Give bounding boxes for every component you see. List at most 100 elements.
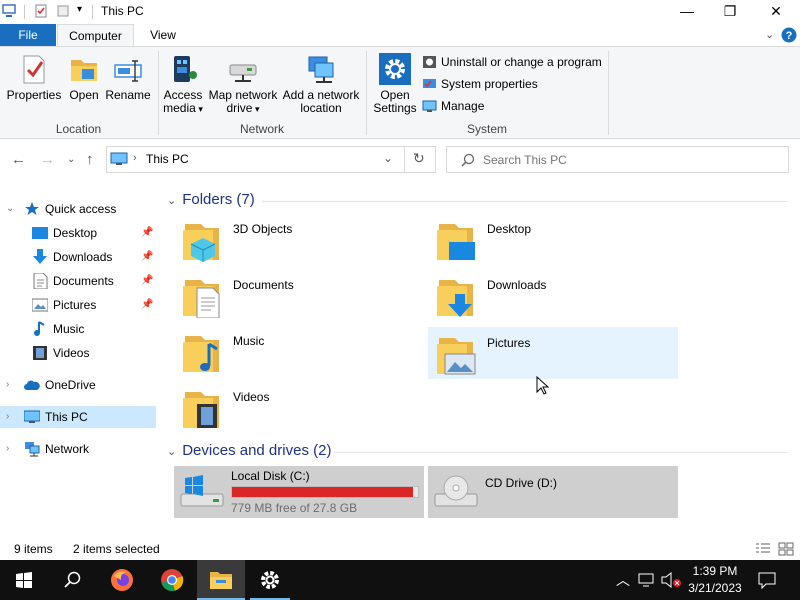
folder-name: Desktop: [487, 222, 532, 236]
collapse-ribbon-icon[interactable]: ⌄: [765, 28, 774, 41]
breadcrumb-chevron-icon[interactable]: ›: [133, 152, 137, 164]
large-icons-view-icon[interactable]: [778, 542, 794, 556]
show-hidden-icons-icon[interactable]: ︿: [616, 570, 630, 590]
nav-network[interactable]: › Network: [0, 438, 156, 460]
access-media-icon: [174, 56, 197, 82]
item-count: 9 items: [14, 542, 53, 556]
windows-logo-icon: [16, 572, 32, 588]
open-folder-icon: [71, 60, 97, 81]
pictures-folder-icon: [437, 338, 476, 375]
minimize-button[interactable]: —: [664, 0, 710, 24]
drives-section-header[interactable]: ⌄ Devices and drives (2): [167, 442, 331, 459]
folder-videos[interactable]: Videos: [175, 382, 425, 434]
uninstall-program-button[interactable]: Uninstall or change a program: [422, 53, 602, 71]
open-label: Open: [69, 88, 99, 102]
address-bar[interactable]: › This PC ⌄ ↻: [106, 146, 436, 173]
nav-pictures[interactable]: Pictures 📌: [0, 294, 156, 316]
add-network-location-button[interactable]: Add a network location: [280, 53, 362, 115]
nav-videos[interactable]: Videos: [0, 342, 156, 364]
forward-arrow-icon[interactable]: →: [40, 151, 55, 168]
tab-file[interactable]: File: [0, 24, 56, 46]
folder-downloads[interactable]: Downloads: [429, 270, 679, 322]
access-media-button[interactable]: Access media ▾: [160, 53, 206, 116]
nav-quick-access[interactable]: ⌄ Quick access: [0, 198, 156, 220]
rename-icon: [114, 60, 142, 82]
action-center-icon[interactable]: [758, 571, 776, 589]
clock-time[interactable]: 1:39 PM: [690, 564, 740, 578]
3d-objects-folder-icon: [183, 224, 219, 262]
open-settings-button[interactable]: Open Settings: [370, 53, 420, 115]
folder-desktop[interactable]: Desktop: [429, 214, 679, 266]
search-input[interactable]: [483, 151, 773, 169]
address-path: This PC: [146, 152, 189, 166]
manage-label: Manage: [441, 99, 485, 113]
customize-toolbar-icon[interactable]: ▾: [77, 4, 82, 15]
manage-button[interactable]: Manage: [422, 97, 484, 115]
svg-text:?: ?: [786, 30, 793, 42]
nav-this-pc[interactable]: › This PC: [0, 406, 156, 428]
nav-downloads[interactable]: Downloads 📌: [0, 246, 156, 268]
volume-muted-icon[interactable]: [660, 572, 682, 588]
folder-music[interactable]: Music: [175, 326, 425, 378]
expanded-chevron-icon[interactable]: ⌄: [6, 198, 14, 220]
settings-taskbar-button[interactable]: [246, 560, 294, 600]
details-view-icon[interactable]: [755, 542, 771, 556]
network-status-icon[interactable]: [638, 572, 656, 588]
pin-icon[interactable]: 📌: [141, 246, 153, 268]
folder-documents[interactable]: Documents: [175, 270, 425, 322]
nav-music[interactable]: Music: [0, 318, 156, 340]
properties-quick-icon[interactable]: [34, 4, 48, 18]
chrome-icon: [161, 569, 184, 591]
document-icon: [33, 273, 48, 289]
nav-onedrive[interactable]: › OneDrive: [0, 374, 156, 396]
nav-desktop[interactable]: Desktop 📌: [0, 222, 156, 244]
expanded-chevron-icon[interactable]: ⌄: [167, 195, 176, 207]
help-icon[interactable]: ?: [781, 27, 797, 43]
collapsed-chevron-icon[interactable]: ›: [6, 438, 9, 460]
firefox-taskbar-button[interactable]: [98, 560, 146, 600]
clock-date[interactable]: 3/21/2023: [687, 581, 743, 595]
collapsed-chevron-icon[interactable]: ›: [6, 374, 9, 396]
collapsed-chevron-icon[interactable]: ›: [6, 406, 9, 428]
recent-locations-icon[interactable]: ⌄: [67, 154, 75, 165]
address-dropdown-icon[interactable]: ⌄: [383, 151, 393, 165]
system-properties-button[interactable]: System properties: [422, 75, 538, 93]
map-network-drive-button[interactable]: Map network drive ▾: [206, 53, 280, 116]
search-box[interactable]: [446, 146, 789, 173]
nav-documents[interactable]: Documents 📌: [0, 270, 156, 292]
properties-button[interactable]: Properties: [4, 53, 64, 102]
open-button[interactable]: Open: [64, 53, 104, 102]
tab-view[interactable]: View: [140, 24, 186, 46]
start-button[interactable]: [0, 560, 48, 600]
tab-computer[interactable]: Computer: [57, 24, 134, 47]
file-explorer-taskbar-button[interactable]: [197, 560, 245, 600]
maximize-button[interactable]: ❐: [707, 0, 753, 24]
refresh-icon[interactable]: ↻: [413, 150, 425, 167]
search-taskbar-button[interactable]: [48, 560, 96, 600]
pin-icon[interactable]: 📌: [141, 294, 153, 316]
rename-button[interactable]: Rename: [104, 53, 152, 102]
folder-3d-objects[interactable]: 3D Objects: [175, 214, 425, 266]
desktop-folder-icon: [437, 224, 475, 260]
drive-local-disk-c[interactable]: Local Disk (C:) 779 MB free of 27.8 GB: [174, 466, 424, 518]
nav-label: Quick access: [45, 202, 117, 216]
folders-section-header[interactable]: ⌄ Folders (7): [167, 191, 255, 208]
dropdown-arrow-icon: ▾: [252, 104, 260, 114]
network-location-icon: [308, 56, 334, 83]
documents-folder-icon: [183, 280, 220, 318]
videos-folder-icon: [183, 392, 219, 428]
close-button[interactable]: ✕: [753, 0, 799, 24]
folder-pictures[interactable]: Pictures: [428, 327, 678, 379]
pin-icon[interactable]: 📌: [141, 222, 153, 244]
folder-name: Music: [233, 334, 265, 348]
selected-count: 2 items selected: [73, 542, 160, 556]
up-arrow-icon[interactable]: ↑: [86, 151, 94, 168]
system-properties-icon: [423, 79, 436, 88]
drive-cd-d[interactable]: CD Drive (D:): [428, 466, 678, 518]
chrome-taskbar-button[interactable]: [148, 560, 196, 600]
new-folder-quick-icon[interactable]: [56, 4, 70, 18]
expanded-chevron-icon[interactable]: ⌄: [167, 446, 176, 458]
pin-icon[interactable]: 📌: [141, 270, 153, 292]
back-arrow-icon[interactable]: ←: [11, 151, 26, 168]
uninstall-icon: [423, 56, 436, 68]
